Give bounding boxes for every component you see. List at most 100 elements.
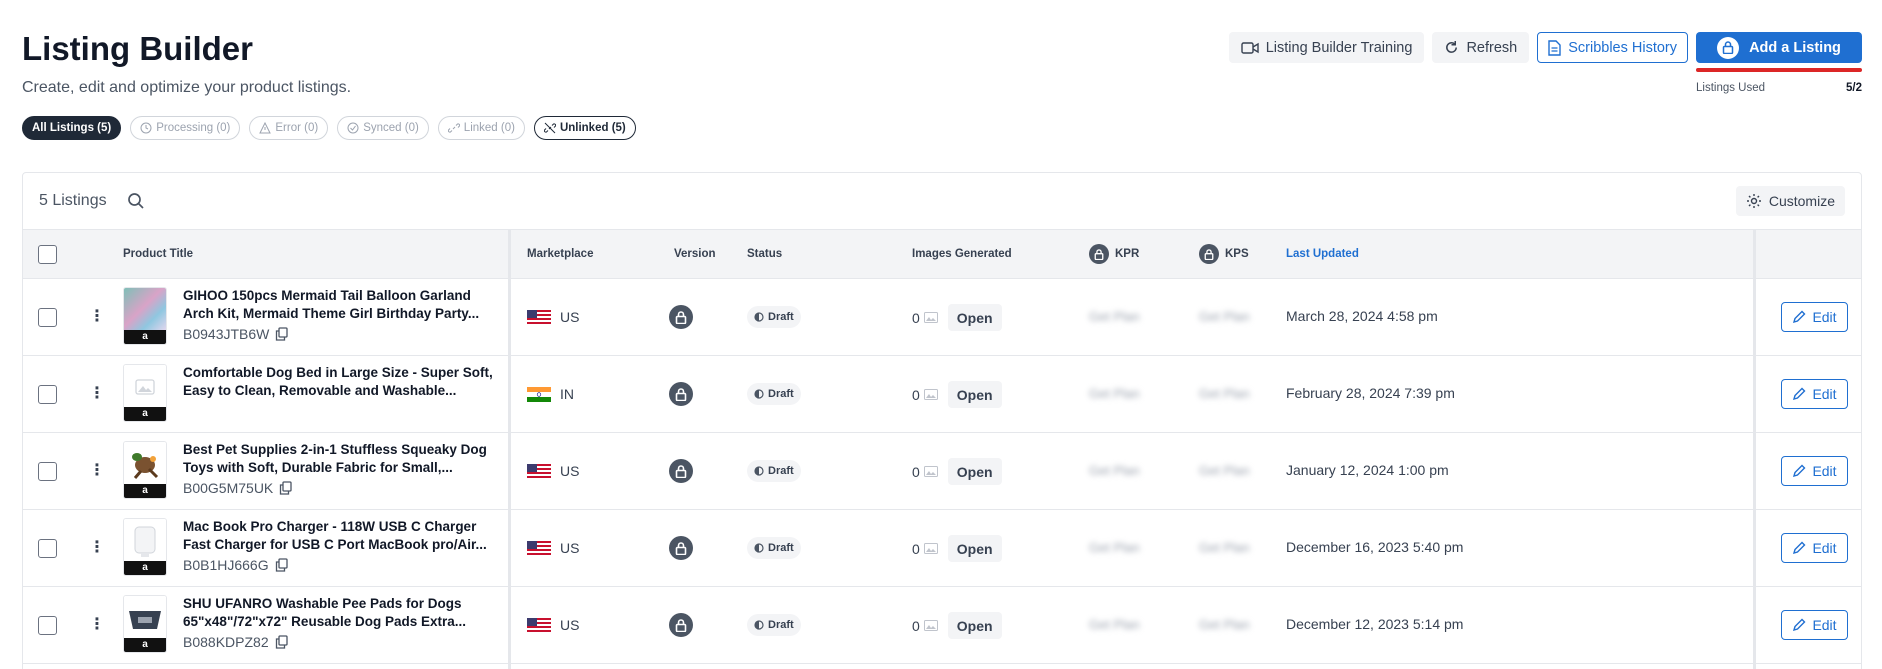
open-button[interactable]: Open: [947, 535, 1002, 562]
kps-value: Get Plan: [1199, 463, 1250, 478]
table-row: ⋮ a Best Pet Supplies 2-in-1 Stuffless S…: [23, 433, 1861, 510]
more-options-icon[interactable]: ⋮: [89, 463, 105, 479]
select-all-checkbox[interactable]: [38, 245, 57, 264]
last-updated: February 28, 2024 7:39 pm: [1286, 385, 1455, 401]
row-checkbox[interactable]: [38, 462, 57, 481]
row-checkbox[interactable]: [38, 616, 57, 635]
table-row: ⋮ a SHU UFANRO Washable Pee Pads for Dog…: [23, 587, 1861, 664]
copy-icon[interactable]: [275, 327, 289, 341]
version-lock-icon[interactable]: [669, 459, 693, 483]
scribbles-history-button[interactable]: Scribbles History: [1537, 32, 1688, 63]
version-lock-icon[interactable]: [669, 382, 693, 406]
table-toolbar: 5 Listings Customize: [23, 173, 1861, 230]
product-title[interactable]: SHU UFANRO Washable Pee Pads for Dogs 65…: [183, 595, 493, 631]
filter-unlinked[interactable]: Unlinked (5): [533, 116, 636, 140]
copy-icon[interactable]: [279, 481, 292, 495]
product-thumbnail: a: [123, 518, 167, 576]
product-title[interactable]: Mac Book Pro Charger - 118W USB C Charge…: [183, 518, 493, 554]
image-icon: [923, 543, 938, 554]
version-lock-icon[interactable]: [669, 305, 693, 329]
version-lock-icon[interactable]: [669, 613, 693, 637]
marketplace-code: US: [560, 617, 580, 633]
product-thumbnail: a: [123, 287, 167, 345]
more-options-icon[interactable]: ⋮: [89, 540, 105, 556]
kps-value: Get Plan: [1199, 309, 1250, 324]
column-kps: KPS: [1199, 244, 1249, 264]
half-circle-icon: [754, 466, 764, 476]
amazon-icon: a: [124, 330, 166, 344]
document-icon: [1548, 39, 1561, 56]
kpr-value: Get Plan: [1089, 463, 1140, 478]
lock-icon: [1089, 244, 1109, 264]
pencil-icon: [1793, 541, 1806, 555]
column-product-title: Product Title: [123, 248, 193, 260]
link-icon: [447, 123, 460, 133]
product-title[interactable]: GIHOO 150pcs Mermaid Tail Balloon Garlan…: [183, 287, 493, 323]
customize-button[interactable]: Customize: [1735, 186, 1845, 216]
filter-linked[interactable]: Linked (0): [437, 116, 525, 140]
open-button[interactable]: Open: [947, 304, 1002, 331]
column-label: KPS: [1225, 248, 1249, 260]
open-button[interactable]: Open: [947, 458, 1002, 485]
filter-error[interactable]: Error (0): [249, 116, 329, 140]
kpr-value: Get Plan: [1089, 540, 1140, 555]
status-label: Draft: [768, 311, 794, 323]
filter-all-listings[interactable]: All Listings (5): [22, 116, 122, 140]
amazon-icon: a: [124, 407, 166, 421]
product-thumbnail: a: [123, 595, 167, 653]
table-row: ⋮ a GIHOO 150pcs Mermaid Tail Balloon Ga…: [23, 279, 1861, 356]
more-options-icon[interactable]: ⋮: [89, 617, 105, 633]
status-badge: Draft: [747, 614, 801, 636]
image-icon: [923, 620, 938, 631]
copy-icon[interactable]: [275, 558, 288, 572]
edit-button[interactable]: Edit: [1781, 533, 1848, 563]
open-button[interactable]: Open: [947, 381, 1002, 408]
training-button[interactable]: Listing Builder Training: [1228, 32, 1425, 63]
filter-synced[interactable]: Synced (0): [337, 116, 429, 140]
edit-label: Edit: [1812, 617, 1837, 633]
listings-table: 5 Listings Customize Product Title Marke…: [22, 172, 1862, 669]
us-flag-icon: [527, 463, 551, 479]
product-asin: B0943JTB6W: [183, 326, 289, 342]
product-title[interactable]: Best Pet Supplies 2-in-1 Stuffless Squea…: [183, 441, 493, 477]
row-checkbox[interactable]: [38, 385, 57, 404]
unlink-icon: [543, 122, 556, 134]
marketplace: US: [527, 540, 579, 556]
kps-value: Get Plan: [1199, 540, 1250, 555]
add-listing-button[interactable]: Add a Listing: [1696, 32, 1862, 63]
images-generated: 0 Open: [912, 458, 1002, 485]
page-subtitle: Create, edit and optimize your product l…: [22, 79, 352, 96]
more-options-icon[interactable]: ⋮: [89, 386, 105, 402]
more-options-icon[interactable]: ⋮: [89, 309, 105, 325]
images-generated: 0 Open: [912, 535, 1002, 562]
filter-label: All Listings (5): [32, 122, 112, 134]
filter-label: Error (0): [275, 122, 319, 134]
lock-icon: [1199, 244, 1219, 264]
row-checkbox[interactable]: [38, 308, 57, 327]
edit-button[interactable]: Edit: [1781, 379, 1848, 409]
product-thumbnail: a: [123, 441, 167, 499]
edit-button[interactable]: Edit: [1781, 610, 1848, 640]
row-checkbox[interactable]: [38, 539, 57, 558]
pencil-icon: [1793, 464, 1806, 478]
add-listing-label: Add a Listing: [1749, 39, 1841, 56]
search-icon[interactable]: [127, 192, 145, 210]
column-label: Version: [674, 248, 716, 260]
copy-icon[interactable]: [275, 635, 288, 649]
product-title[interactable]: Comfortable Dog Bed in Large Size - Supe…: [183, 364, 493, 400]
edit-button[interactable]: Edit: [1781, 302, 1848, 332]
usage-progress-bar: [1696, 68, 1862, 72]
column-last-updated[interactable]: Last Updated: [1286, 248, 1359, 260]
half-circle-icon: [754, 620, 764, 630]
open-button[interactable]: Open: [947, 612, 1002, 639]
asin-value: B00G5M75UK: [183, 480, 274, 496]
refresh-button[interactable]: Refresh: [1432, 32, 1530, 63]
edit-button[interactable]: Edit: [1781, 456, 1848, 486]
filter-label: Unlinked (5): [559, 122, 626, 134]
filter-processing[interactable]: Processing (0): [130, 116, 241, 140]
column-label: Last Updated: [1286, 248, 1359, 260]
column-version: Version: [674, 248, 716, 260]
images-count: 0: [912, 617, 920, 634]
column-marketplace: Marketplace: [527, 248, 593, 260]
version-lock-icon[interactable]: [669, 536, 693, 560]
